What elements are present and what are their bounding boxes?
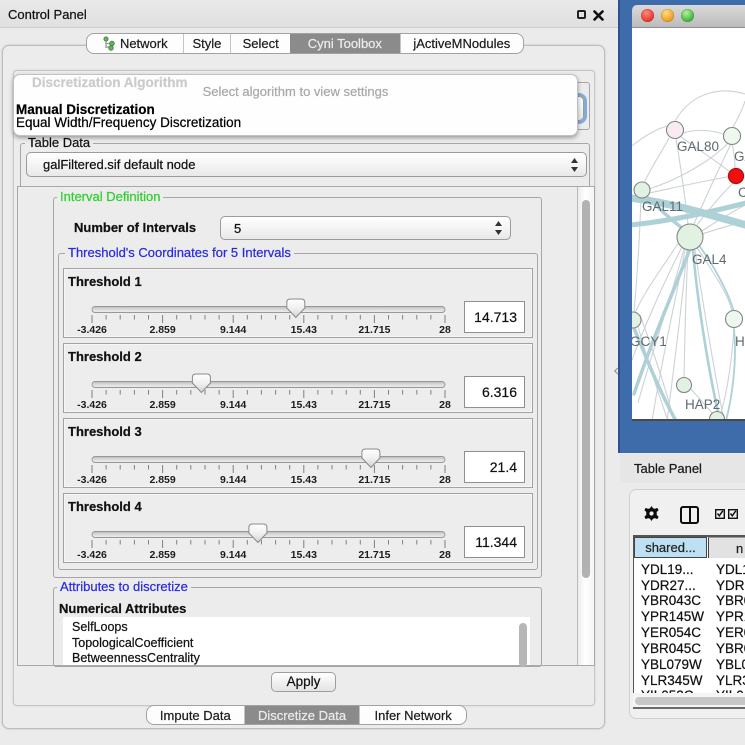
svg-text:2.859: 2.859 bbox=[149, 474, 175, 486]
svg-text:2.859: 2.859 bbox=[149, 549, 175, 561]
svg-text:9.144: 9.144 bbox=[220, 324, 246, 336]
svg-text:-3.426: -3.426 bbox=[77, 324, 107, 336]
svg-text:GAL80: GAL80 bbox=[677, 139, 719, 154]
svg-text:9.144: 9.144 bbox=[220, 399, 246, 411]
svg-text:15.43: 15.43 bbox=[291, 549, 317, 561]
svg-text:28: 28 bbox=[439, 399, 451, 411]
svg-text:28: 28 bbox=[439, 549, 451, 561]
svg-text:GAL4: GAL4 bbox=[692, 252, 727, 267]
svg-text:2.859: 2.859 bbox=[149, 324, 175, 336]
svg-text:15.43: 15.43 bbox=[291, 474, 317, 486]
svg-text:28: 28 bbox=[439, 474, 451, 486]
svg-text:H: H bbox=[735, 334, 745, 349]
svg-text:C: C bbox=[738, 185, 745, 200]
svg-text:GA: GA bbox=[734, 149, 745, 164]
svg-text:HAP2: HAP2 bbox=[685, 397, 720, 412]
svg-text:GCY1: GCY1 bbox=[632, 334, 667, 349]
svg-text:21.715: 21.715 bbox=[358, 324, 390, 336]
svg-text:21.715: 21.715 bbox=[358, 399, 390, 411]
svg-text:-3.426: -3.426 bbox=[77, 474, 107, 486]
svg-text:-3.426: -3.426 bbox=[77, 399, 107, 411]
svg-text:21.715: 21.715 bbox=[358, 549, 390, 561]
svg-text:28: 28 bbox=[439, 324, 451, 336]
svg-text:GAL11: GAL11 bbox=[642, 199, 683, 214]
svg-text:9.144: 9.144 bbox=[220, 474, 246, 486]
svg-text:-3.426: -3.426 bbox=[77, 549, 107, 561]
svg-text:2.859: 2.859 bbox=[149, 399, 175, 411]
svg-text:15.43: 15.43 bbox=[291, 399, 317, 411]
svg-text:9.144: 9.144 bbox=[220, 549, 246, 561]
svg-text:15.43: 15.43 bbox=[291, 324, 317, 336]
svg-text:21.715: 21.715 bbox=[358, 474, 390, 486]
